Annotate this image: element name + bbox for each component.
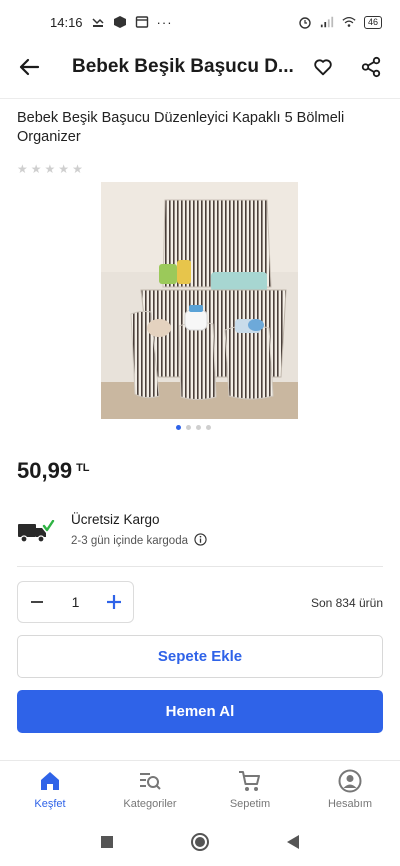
nav-label: Sepetim <box>229 798 271 810</box>
quantity-stepper: 1 <box>17 581 134 623</box>
heart-icon <box>314 59 332 76</box>
pagination-dot[interactable] <box>206 425 211 430</box>
star-icon: ★ <box>17 162 28 176</box>
package-icon <box>113 16 126 28</box>
status-bar: 14:16 ··· 46 <box>0 0 400 44</box>
arrow-left-icon <box>19 58 40 76</box>
pagination-dot[interactable] <box>186 425 191 430</box>
nav-label: Kategoriler <box>123 798 177 810</box>
header-divider <box>0 98 400 99</box>
star-icon: ★ <box>30 162 42 176</box>
product-title: Bebek Beşik Başucu Düzenleyici Kapaklı 5… <box>17 110 345 145</box>
shipping-info: Ücretsiz Kargo 2-3 gün içinde kargoda <box>17 512 383 550</box>
star-icon: ★ <box>44 162 56 176</box>
nav-label: Hesabım <box>327 798 373 810</box>
increase-quantity-button[interactable] <box>95 582 133 622</box>
pagination-dot[interactable] <box>196 425 201 430</box>
shipping-title: Ücretsiz Kargo <box>71 512 160 527</box>
calendar-icon <box>135 16 148 28</box>
pagination-dot[interactable] <box>176 425 181 430</box>
decrease-quantity-button[interactable] <box>18 582 56 622</box>
organizer-photo <box>101 182 298 419</box>
image-pagination <box>176 425 211 430</box>
star-icon: ★ <box>72 162 83 176</box>
page-title: Bebek Beşik Başucu D... <box>72 56 294 77</box>
home-icon <box>41 772 59 790</box>
wifi-icon <box>342 16 356 27</box>
buy-now-button[interactable]: Hemen Al <box>17 690 383 733</box>
star-icon: ★ <box>58 162 70 176</box>
minus-icon <box>31 601 43 603</box>
nav-item-sepetim[interactable]: Sepetim <box>200 761 300 816</box>
status-time: 14:16 <box>50 14 83 30</box>
truck-icon <box>17 519 55 550</box>
bottom-navigation: Keşfet Kategoriler Sepetim Hesabım <box>0 760 400 816</box>
alarm-icon <box>299 17 311 29</box>
cart-icon <box>239 771 260 791</box>
categories-search-icon <box>140 773 161 790</box>
add-to-cart-button[interactable]: Sepete Ekle <box>17 635 383 678</box>
system-navigation-bar <box>0 818 400 866</box>
battery-indicator: 46 <box>363 15 382 29</box>
nav-label: Keşfet <box>34 798 66 810</box>
quantity-value[interactable]: 1 <box>56 594 95 610</box>
back-button[interactable] <box>12 50 46 84</box>
section-divider <box>17 566 383 567</box>
nav-item-kategoriler[interactable]: Kategoriler <box>100 761 200 816</box>
shipping-subtitle: 2-3 gün içinde kargoda <box>71 535 188 547</box>
recent-apps-icon[interactable] <box>100 835 114 849</box>
missed-call-icon <box>92 18 104 27</box>
price-currency: TL <box>76 462 90 474</box>
nav-item-hesabim[interactable]: Hesabım <box>300 761 400 816</box>
home-button-icon[interactable] <box>190 832 210 852</box>
share-button[interactable] <box>354 50 388 84</box>
plus-icon <box>107 595 121 609</box>
signal-icon <box>320 16 334 28</box>
more-notifications-icon: ··· <box>156 14 173 30</box>
product-image[interactable] <box>101 182 298 419</box>
stock-count: Son 834 ürün <box>310 596 383 610</box>
account-icon <box>338 769 362 793</box>
share-icon <box>361 56 381 78</box>
back-triangle-icon[interactable] <box>286 834 300 850</box>
nav-item-kesfet[interactable]: Keşfet <box>0 761 100 816</box>
price: 50,99 TL <box>17 458 90 484</box>
rating-stars: ★ ★ ★ ★ ★ <box>17 162 83 176</box>
price-value: 50,99 <box>17 458 73 483</box>
info-icon[interactable] <box>194 533 207 549</box>
favorite-button[interactable] <box>306 50 340 84</box>
app-bar: Bebek Beşik Başucu D... <box>0 44 400 90</box>
